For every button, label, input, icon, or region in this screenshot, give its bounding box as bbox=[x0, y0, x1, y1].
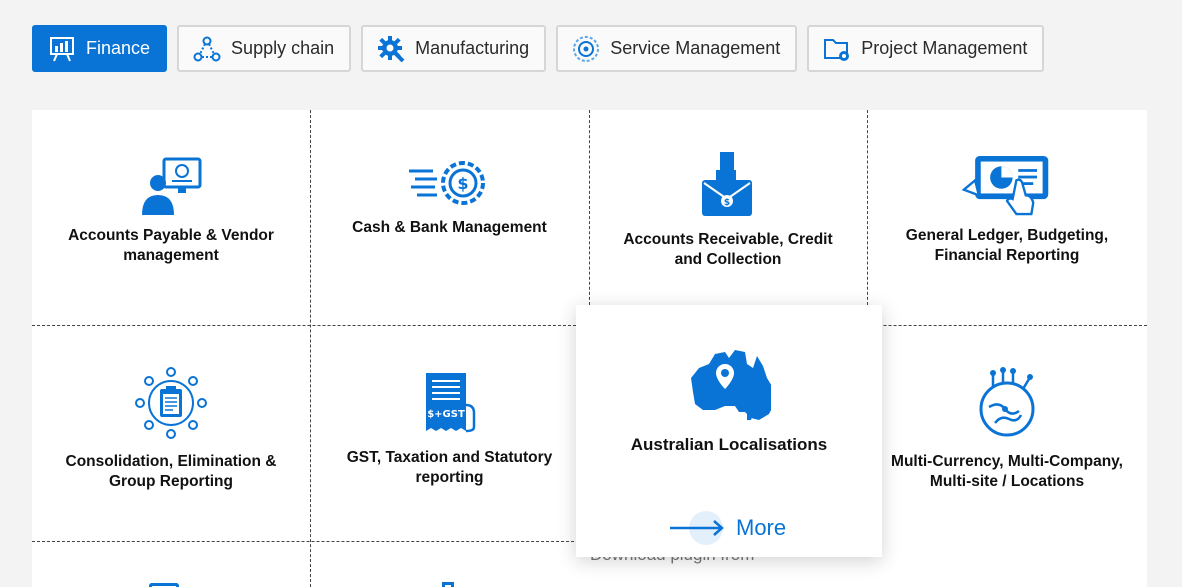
module-tabs: Finance Supply chain Manufacturing Servi… bbox=[32, 25, 1045, 72]
arrow-right-icon bbox=[668, 511, 728, 545]
tablet-chart-icon bbox=[962, 150, 1052, 220]
svg-text:$+GST: $+GST bbox=[427, 409, 465, 420]
tab-project-management[interactable]: Project Management bbox=[807, 25, 1045, 72]
tab-label: Manufacturing bbox=[415, 38, 530, 58]
tab-service-management[interactable]: Service Management bbox=[556, 25, 798, 72]
more-link[interactable]: More bbox=[668, 511, 786, 545]
module-label: Consolidation, Elimination & Group Repor… bbox=[65, 453, 277, 490]
partial-module-icon bbox=[149, 583, 179, 587]
module-accounts-payable[interactable]: Accounts Payable & Vendor management bbox=[32, 150, 310, 266]
gst-receipt-icon: $+GST bbox=[405, 368, 495, 438]
module-general-ledger[interactable]: General Ledger, Budgeting, Financial Rep… bbox=[867, 150, 1147, 266]
australia-map-icon bbox=[687, 348, 775, 427]
service-gear-icon bbox=[572, 35, 600, 63]
module-label: GST, Taxation and Statutory reporting bbox=[346, 449, 553, 486]
module-label: Multi-Currency, Multi-Company, Multi-sit… bbox=[891, 453, 1123, 490]
module-consolidation[interactable]: Consolidation, Elimination & Group Repor… bbox=[32, 367, 310, 492]
module-label: Accounts Payable & Vendor management bbox=[68, 227, 274, 264]
tab-finance[interactable]: Finance bbox=[32, 25, 168, 72]
svg-text:$: $ bbox=[457, 174, 468, 193]
australian-localisations-card[interactable]: Australian Localisations More bbox=[576, 305, 882, 557]
tab-label: Finance bbox=[86, 38, 151, 58]
gear-wrench-icon bbox=[377, 35, 405, 63]
module-gst-taxation[interactable]: $+GST GST, Taxation and Statutory report… bbox=[310, 368, 589, 488]
module-label: General Ledger, Budgeting, Financial Rep… bbox=[905, 227, 1109, 264]
popup-title: Australian Localisations bbox=[630, 435, 828, 454]
user-computer-icon bbox=[126, 150, 216, 220]
circuit-globe-icon bbox=[962, 367, 1052, 438]
tab-manufacturing[interactable]: Manufacturing bbox=[361, 25, 547, 72]
grid-divider bbox=[32, 541, 589, 542]
network-triangle-icon bbox=[193, 35, 221, 63]
tab-label: Service Management bbox=[610, 38, 781, 58]
tab-label: Supply chain bbox=[231, 38, 335, 58]
more-label: More bbox=[736, 515, 787, 540]
module-multi-currency[interactable]: Multi-Currency, Multi-Company, Multi-sit… bbox=[867, 367, 1147, 492]
module-cash-bank[interactable]: $ Cash & Bank Management bbox=[310, 150, 589, 238]
partial-module-icon bbox=[442, 582, 454, 587]
dollar-gear-icon: $ bbox=[405, 150, 495, 220]
chart-board-icon bbox=[48, 35, 76, 63]
tab-label: Project Management bbox=[861, 38, 1028, 58]
folder-gear-icon bbox=[823, 35, 851, 63]
svg-text:$: $ bbox=[724, 198, 730, 208]
module-label: Accounts Receivable, Credit and Collecti… bbox=[623, 231, 833, 268]
module-accounts-receivable[interactable]: $ Accounts Receivable, Credit and Collec… bbox=[589, 150, 867, 270]
hand-envelope-icon: $ bbox=[683, 150, 773, 220]
clipboard-network-icon bbox=[126, 367, 216, 439]
tab-supply-chain[interactable]: Supply chain bbox=[177, 25, 352, 72]
module-label: Cash & Bank Management bbox=[352, 219, 547, 236]
